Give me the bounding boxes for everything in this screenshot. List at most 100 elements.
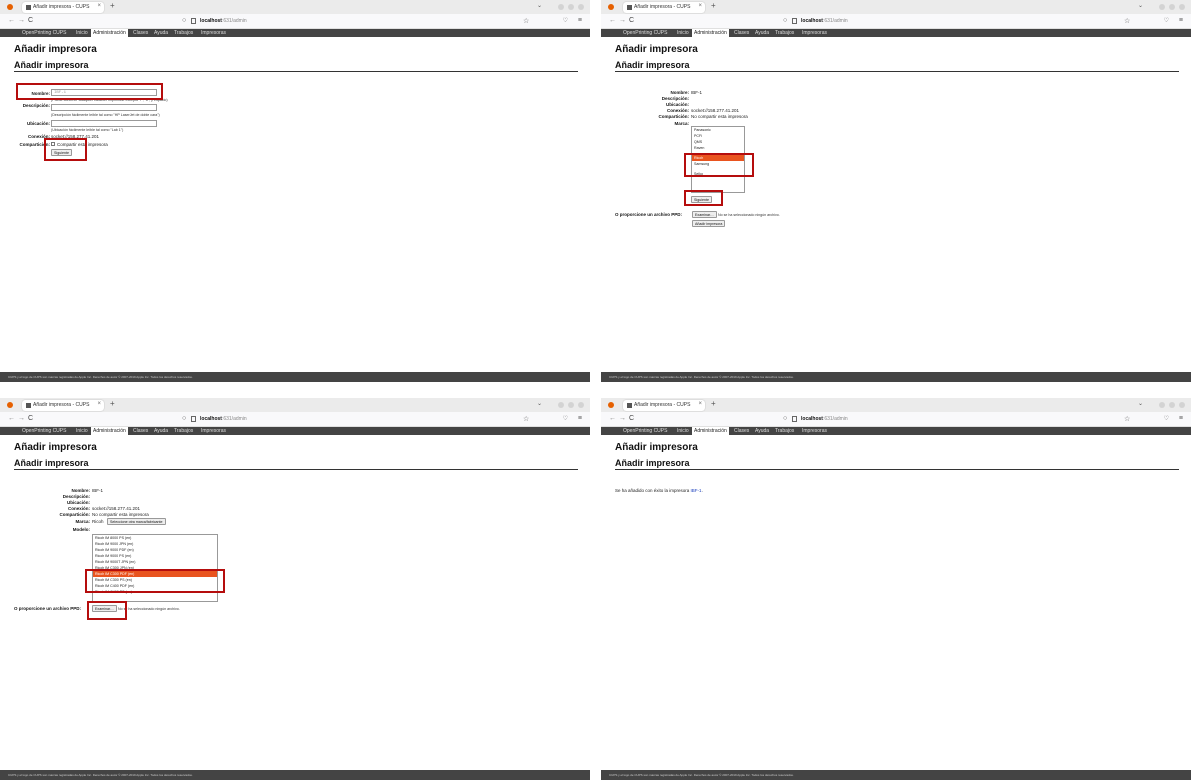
nav-impresoras[interactable]: Impresoras	[802, 30, 827, 36]
reload-icon[interactable]: C	[28, 17, 33, 24]
close-window-button[interactable]	[1179, 402, 1185, 408]
minimize-button[interactable]	[1159, 402, 1165, 408]
otra-marca-button[interactable]: Seleccione otra marca/fabricante	[107, 518, 166, 525]
tab-close-icon[interactable]: ×	[698, 3, 702, 9]
menu-icon[interactable]: ≡	[578, 17, 582, 24]
shield-icon[interactable]: ○	[182, 17, 186, 24]
nav-inicio[interactable]: Inicio	[677, 428, 689, 434]
reload-icon[interactable]: C	[629, 17, 634, 24]
firefox-logo-icon	[608, 402, 614, 408]
bookmark-star-icon[interactable]: ☆	[523, 17, 529, 25]
tab-close-icon[interactable]: ×	[698, 401, 702, 407]
nav-ayuda[interactable]: Ayuda	[755, 428, 769, 434]
ubicacion-input[interactable]	[51, 120, 157, 127]
nav-trabajos[interactable]: Trabajos	[775, 428, 794, 434]
bookmark-star-icon[interactable]: ☆	[1124, 17, 1130, 25]
back-icon[interactable]: ←	[8, 415, 15, 422]
tab-close-icon[interactable]: ×	[97, 3, 101, 9]
nav-openprinting[interactable]: OpenPrinting CUPS	[623, 428, 667, 434]
back-icon[interactable]: ←	[609, 17, 616, 24]
maximize-button[interactable]	[1169, 4, 1175, 10]
nav-administracion[interactable]: Administración	[91, 427, 128, 435]
nav-openprinting[interactable]: OpenPrinting CUPS	[22, 428, 66, 434]
close-window-button[interactable]	[1179, 4, 1185, 10]
nav-administracion[interactable]: Administración	[91, 29, 128, 37]
url-field[interactable]: localhost:631/admin	[801, 416, 848, 422]
nav-administracion[interactable]: Administración	[692, 427, 729, 435]
page-title: Añadir impresora	[14, 44, 97, 55]
list-tabs-icon[interactable]: ⌄	[537, 400, 542, 407]
anadir-impresora-button[interactable]: Añadir impresora	[692, 220, 726, 227]
new-tab-button[interactable]: +	[711, 399, 716, 408]
pocket-icon[interactable]: ♡	[563, 415, 568, 422]
nav-inicio[interactable]: Inicio	[677, 30, 689, 36]
minimize-button[interactable]	[558, 402, 564, 408]
new-tab-button[interactable]: +	[110, 1, 115, 10]
menu-icon[interactable]: ≡	[1179, 17, 1183, 24]
nav-trabajos[interactable]: Trabajos	[775, 30, 794, 36]
nav-inicio[interactable]: Inicio	[76, 30, 88, 36]
examinar-button[interactable]: Examinar…	[692, 211, 717, 218]
forward-icon[interactable]: →	[619, 415, 626, 422]
forward-icon[interactable]: →	[619, 17, 626, 24]
close-window-button[interactable]	[578, 4, 584, 10]
minimize-button[interactable]	[1159, 4, 1165, 10]
nav-trabajos[interactable]: Trabajos	[174, 30, 193, 36]
printer-link[interactable]: IBF-1	[691, 488, 702, 493]
nav-ayuda[interactable]: Ayuda	[755, 30, 769, 36]
nav-openprinting[interactable]: OpenPrinting CUPS	[623, 30, 667, 36]
nav-ayuda[interactable]: Ayuda	[154, 30, 168, 36]
nav-clases[interactable]: Clases	[133, 428, 148, 434]
shield-icon[interactable]: ○	[783, 415, 787, 422]
shield-icon[interactable]: ○	[182, 415, 186, 422]
list-tabs-icon[interactable]: ⌄	[537, 2, 542, 9]
maximize-button[interactable]	[568, 4, 574, 10]
forward-icon[interactable]: →	[18, 17, 25, 24]
pocket-icon[interactable]: ♡	[1164, 17, 1169, 24]
url-field[interactable]: localhost:631/admin	[801, 18, 848, 24]
menu-icon[interactable]: ≡	[1179, 415, 1183, 422]
back-icon[interactable]: ←	[8, 17, 15, 24]
comparticion-value: No compartir esta impresora	[92, 512, 149, 517]
maximize-button[interactable]	[568, 402, 574, 408]
bookmark-star-icon[interactable]: ☆	[523, 415, 529, 423]
new-tab-button[interactable]: +	[711, 1, 716, 10]
back-icon[interactable]: ←	[609, 415, 616, 422]
nav-inicio[interactable]: Inicio	[76, 428, 88, 434]
descripcion-input[interactable]	[51, 104, 157, 111]
nav-impresoras[interactable]: Impresoras	[802, 428, 827, 434]
reload-icon[interactable]: C	[629, 415, 634, 422]
nav-administracion[interactable]: Administración	[692, 29, 729, 37]
close-window-button[interactable]	[578, 402, 584, 408]
tab-close-icon[interactable]: ×	[97, 401, 101, 407]
maximize-button[interactable]	[1169, 402, 1175, 408]
nav-clases[interactable]: Clases	[734, 30, 749, 36]
nav-impresoras[interactable]: Impresoras	[201, 428, 226, 434]
firefox-logo-icon	[7, 402, 13, 408]
nav-ayuda[interactable]: Ayuda	[154, 428, 168, 434]
nav-trabajos[interactable]: Trabajos	[174, 428, 193, 434]
reload-icon[interactable]: C	[28, 415, 33, 422]
ubicacion-label: Ubicación:	[26, 121, 50, 126]
browser-tab[interactable]: Añadir impresora - CUPS ×	[22, 400, 104, 411]
minimize-button[interactable]	[558, 4, 564, 10]
menu-icon[interactable]: ≡	[578, 415, 582, 422]
browser-tab[interactable]: Añadir impresora - CUPS ×	[22, 2, 104, 13]
new-tab-button[interactable]: +	[110, 399, 115, 408]
nav-impresoras[interactable]: Impresoras	[201, 30, 226, 36]
list-tabs-icon[interactable]: ⌄	[1138, 400, 1143, 407]
forward-icon[interactable]: →	[18, 415, 25, 422]
url-field[interactable]: localhost:631/admin	[200, 416, 247, 422]
nav-openprinting[interactable]: OpenPrinting CUPS	[22, 30, 66, 36]
nav-clases[interactable]: Clases	[734, 428, 749, 434]
browser-tab[interactable]: Añadir impresora - CUPS ×	[623, 2, 705, 13]
browser-tab[interactable]: Añadir impresora - CUPS ×	[623, 400, 705, 411]
url-field[interactable]: localhost:631/admin	[200, 18, 247, 24]
url-path: :631/admin	[822, 18, 848, 24]
list-tabs-icon[interactable]: ⌄	[1138, 2, 1143, 9]
pocket-icon[interactable]: ♡	[563, 17, 568, 24]
nav-clases[interactable]: Clases	[133, 30, 148, 36]
shield-icon[interactable]: ○	[783, 17, 787, 24]
bookmark-star-icon[interactable]: ☆	[1124, 415, 1130, 423]
pocket-icon[interactable]: ♡	[1164, 415, 1169, 422]
